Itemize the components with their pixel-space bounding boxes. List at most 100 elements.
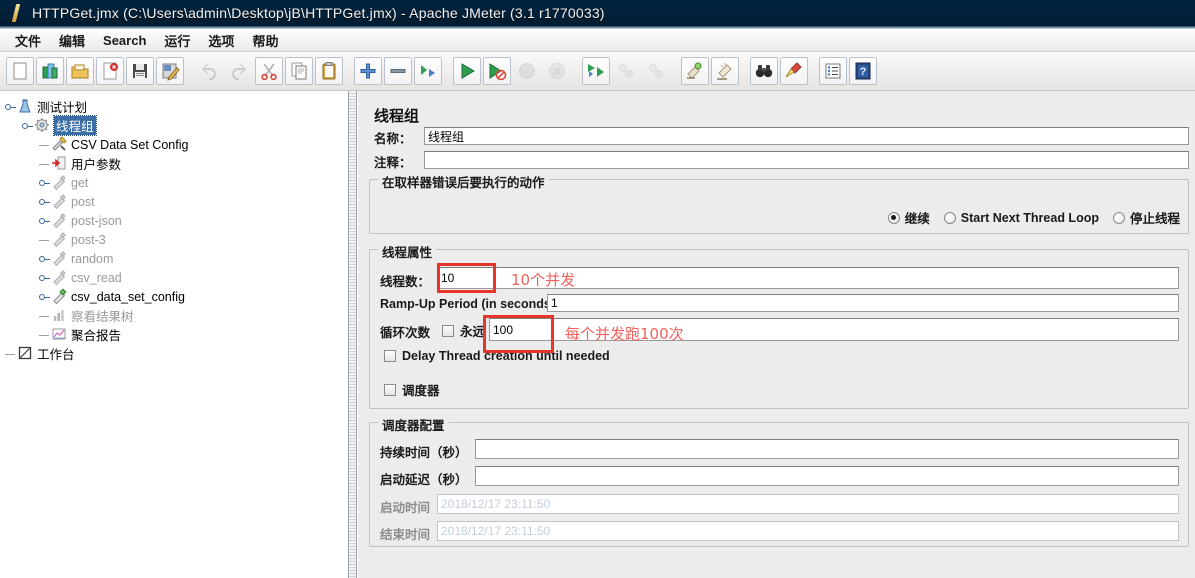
tree-node[interactable]: post-3 (4, 230, 348, 249)
help-icon[interactable]: ? (849, 57, 877, 85)
tree-node[interactable]: csv_data_set_config (4, 287, 348, 306)
startup-delay-label: 启动延迟（秒） (380, 473, 468, 487)
comment-input[interactable] (424, 151, 1189, 169)
menu-run[interactable]: 运行 (155, 29, 199, 52)
duration-label: 持续时间（秒） (380, 446, 468, 460)
collapse-all-icon[interactable] (384, 57, 412, 85)
expand-all-icon[interactable] (354, 57, 382, 85)
jmeter-feather-icon (6, 3, 26, 23)
save-icon[interactable] (126, 57, 154, 85)
tree-node[interactable]: 察看结果树 (4, 306, 348, 325)
tree-expand-toggle-icon[interactable] (38, 211, 51, 230)
new-icon[interactable] (6, 57, 34, 85)
toggle-icon[interactable] (414, 57, 442, 85)
start-icon[interactable] (453, 57, 481, 85)
tree-node[interactable]: CSV Data Set Config (4, 135, 348, 154)
test-plan-tree[interactable]: 测试计划 线程组 CSV Data Set Config 用户参数 get post pos… (0, 91, 348, 363)
delay-thread-creation-label: Delay Thread creation until needed (402, 349, 610, 363)
tree-node[interactable]: 线程组 (4, 115, 348, 136)
tree-node[interactable]: random (4, 249, 348, 268)
forever-checkbox-label: 永远 (460, 325, 486, 339)
radio-start-next-thread-loop-label: Start Next Thread Loop (960, 210, 1099, 225)
close-icon[interactable] (96, 57, 124, 85)
delay-thread-creation-checkbox[interactable]: Delay Thread creation until needed (384, 349, 610, 363)
http-sampler-active-icon (51, 288, 68, 305)
scheduler-checkbox-box (384, 383, 396, 396)
forever-checkbox-box (442, 324, 454, 337)
paste-icon[interactable] (315, 57, 343, 85)
forever-checkbox[interactable]: 永远 (442, 321, 485, 340)
tree-expand-toggle-icon[interactable] (38, 268, 51, 287)
split-pane-divider[interactable] (348, 91, 357, 578)
tree-leaf-connector-icon (38, 325, 51, 344)
start-no-pauses-icon[interactable] (483, 57, 511, 85)
scheduler-checkbox[interactable]: 调度器 (384, 380, 440, 399)
http-sampler-icon (51, 269, 68, 286)
duration-input[interactable] (475, 439, 1179, 459)
http-sampler-icon (51, 231, 68, 248)
menu-help[interactable]: 帮助 (243, 29, 287, 52)
function-helper-icon[interactable] (819, 57, 847, 85)
scheduler-checkbox-label: 调度器 (402, 384, 440, 398)
jmeter-window: HTTPGet.jmx (C:\Users\admin\Desktop\jB\H… (0, 0, 1195, 578)
tree-node-label: csv_read (71, 270, 122, 285)
radio-continue-indicator (887, 211, 900, 224)
end-time-label: 结束时间 (380, 528, 431, 542)
save-as-icon[interactable] (156, 57, 184, 85)
clear-icon[interactable] (681, 57, 709, 85)
tree-expand-toggle-icon[interactable] (38, 173, 51, 192)
start-time-input[interactable] (437, 494, 1179, 514)
copy-icon[interactable] (285, 57, 313, 85)
search-icon[interactable] (750, 57, 778, 85)
menu-options[interactable]: 选项 (199, 29, 243, 52)
tree-node-label: 用户参数 (71, 158, 122, 172)
reset-search-icon[interactable] (780, 57, 808, 85)
tree-node[interactable]: get (4, 173, 348, 192)
tree-node[interactable]: post (4, 192, 348, 211)
radio-stop-thread[interactable]: 停止线程 (1112, 208, 1180, 227)
undo-icon (195, 57, 223, 85)
tree-expand-toggle-icon[interactable] (38, 192, 51, 211)
thread-group-icon (34, 117, 51, 134)
tree-expand-toggle-icon[interactable] (38, 287, 51, 306)
open-icon[interactable] (66, 57, 94, 85)
radio-start-next-thread-loop[interactable]: Start Next Thread Loop (943, 210, 1099, 225)
radio-start-next-thread-loop-indicator (943, 211, 956, 224)
menu-file[interactable]: 文件 (6, 29, 50, 52)
view-results-tree-icon (51, 307, 68, 324)
tree-expand-toggle-icon[interactable] (21, 116, 34, 135)
templates-icon[interactable] (36, 57, 64, 85)
tree-node-label: post-3 (71, 232, 106, 247)
tree-node[interactable]: 聚合报告 (4, 325, 348, 344)
title-bar: HTTPGet.jmx (C:\Users\admin\Desktop\jB\H… (0, 0, 1195, 26)
test-plan-tree-pane[interactable]: 测试计划 线程组 CSV Data Set Config 用户参数 get post pos… (0, 91, 349, 578)
end-time-input[interactable] (437, 521, 1179, 541)
name-input[interactable] (424, 127, 1189, 145)
ramp-up-label: Ramp-Up Period (in seconds): (380, 297, 560, 311)
menu-edit[interactable]: 编辑 (50, 29, 94, 52)
tree-node[interactable]: post-json (4, 211, 348, 230)
remote-stop-all-icon (612, 57, 640, 85)
tree-node[interactable]: csv_read (4, 268, 348, 287)
on-sampler-error-legend: 在取样器错误后要执行的动作 (378, 172, 549, 191)
clear-all-icon[interactable] (711, 57, 739, 85)
tree-node[interactable]: 测试计划 (4, 97, 348, 116)
name-row: 名称： (374, 128, 424, 147)
tree-leaf-connector-icon (4, 344, 17, 363)
remote-start-all-icon[interactable] (582, 57, 610, 85)
startup-delay-input[interactable] (475, 466, 1179, 486)
cut-icon[interactable] (255, 57, 283, 85)
tree-node-label: get (71, 175, 89, 190)
toolbar-separator (809, 57, 818, 85)
tree-node-label: csv_data_set_config (71, 289, 185, 304)
tree-expand-toggle-icon[interactable] (4, 97, 17, 116)
toolbar-separator (185, 57, 194, 85)
svg-text:?: ? (860, 66, 867, 78)
radio-continue[interactable]: 继续 (887, 208, 930, 227)
tree-leaf-connector-icon (38, 154, 51, 173)
tree-node[interactable]: 用户参数 (4, 154, 348, 173)
tree-expand-toggle-icon[interactable] (38, 249, 51, 268)
tree-node[interactable]: 工作台 (4, 344, 348, 363)
ramp-up-input[interactable] (547, 294, 1179, 312)
menu-search[interactable]: Search (94, 31, 155, 50)
